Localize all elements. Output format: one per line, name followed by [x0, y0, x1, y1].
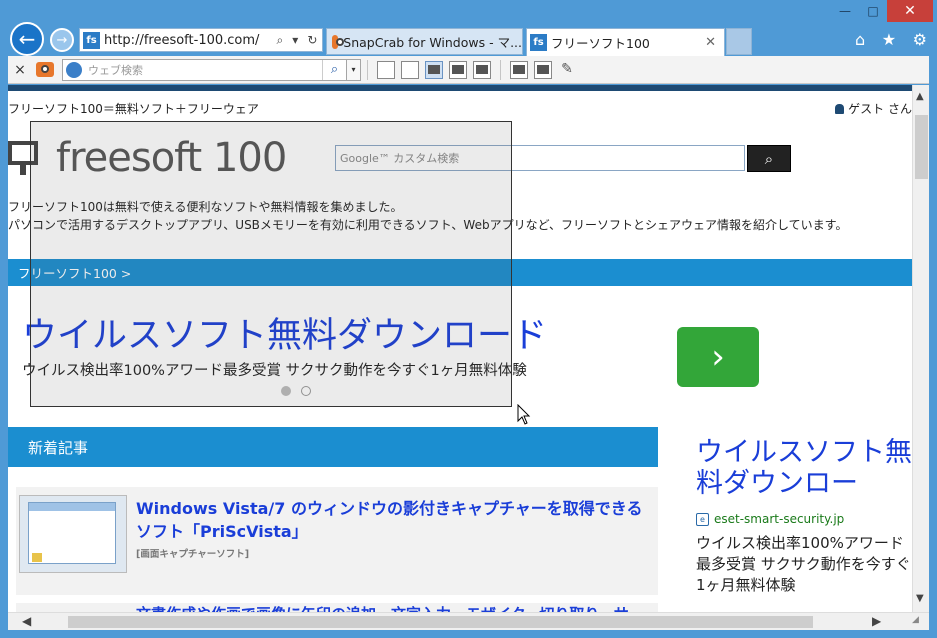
browser-window: — □ ✕ ← → fs http://freesoft-100.com/ ⌕ … — [0, 0, 937, 638]
address-controls: ⌕ ▾ ↻ — [272, 33, 322, 48]
web-search-placeholder[interactable]: ウェブ検索 — [88, 62, 322, 78]
divider — [500, 59, 501, 80]
new-articles-header: 新着記事 — [8, 427, 658, 467]
search-icon: ⌕ — [764, 149, 774, 168]
close-window-button[interactable]: ✕ — [887, 0, 933, 22]
camera-icon — [332, 34, 345, 49]
pin-icon[interactable]: ✎ — [558, 61, 576, 79]
refresh-icon[interactable]: ↻ — [307, 33, 317, 48]
region-capture-icon[interactable] — [425, 60, 443, 79]
ad-go-button[interactable]: › — [677, 327, 759, 387]
fs-favicon: fs — [530, 34, 547, 51]
divider — [367, 59, 368, 80]
guest-label: ゲスト さん — [848, 102, 912, 116]
title-bar: — □ ✕ ← → fs http://freesoft-100.com/ ⌕ … — [0, 0, 937, 56]
chevron-right-icon: › — [711, 337, 725, 377]
address-bar[interactable]: fs http://freesoft-100.com/ ⌕ ▾ ↻ — [79, 28, 323, 52]
site-tagline: フリーソフト100＝無料ソフト＋フリーウェア — [8, 102, 259, 116]
article-item[interactable]: 文書作成や作画で画像に矢印の追加、文字入力、モザイク、切り取り、サ — [16, 603, 658, 612]
back-arrow-icon: ← — [18, 27, 36, 51]
scroll-capture-icon[interactable] — [473, 60, 491, 79]
address-url[interactable]: http://freesoft-100.com/ — [104, 33, 272, 48]
article-title-link[interactable]: Windows Vista/7 のウィンドウの影付きキャプチャーを取得できるソフ… — [136, 497, 651, 543]
tab-freesoft100[interactable]: fs フリーソフト100 ✕ — [526, 28, 725, 56]
page-icon[interactable] — [377, 60, 395, 79]
search-icon[interactable]: ⌕ — [277, 33, 284, 48]
search-dropdown[interactable]: ▾ — [347, 58, 361, 81]
home-icon[interactable]: ⌂ — [855, 30, 865, 49]
window-capture-icon[interactable] — [449, 60, 467, 79]
resize-grip-icon[interactable]: ◢ — [912, 615, 919, 625]
scroll-left-icon[interactable]: ◀ — [22, 614, 31, 628]
desktop-capture-icon[interactable] — [510, 60, 528, 79]
close-toolbar-button[interactable]: × — [8, 62, 32, 78]
gear-icon[interactable]: ⚙ — [913, 30, 927, 49]
close-icon[interactable]: ✕ — [705, 35, 716, 50]
sidebar-ad-title-link[interactable]: ウイルスソフト無料ダウンロー — [696, 437, 912, 499]
command-bar: × ウェブ検索 ⌕ ▾ ✎ — [8, 56, 929, 84]
new-tab-button[interactable] — [726, 28, 752, 55]
scroll-up-icon[interactable]: ▲ — [916, 91, 924, 102]
globe-icon — [66, 61, 82, 78]
article-item[interactable]: Windows Vista/7 のウィンドウの影付きキャプチャーを取得できるソフ… — [16, 487, 658, 595]
snapcrab-camera-icon[interactable] — [36, 62, 54, 77]
maximize-button[interactable]: □ — [859, 0, 887, 22]
vertical-scroll-thumb[interactable] — [915, 115, 928, 179]
cursor-capture-icon[interactable] — [534, 60, 552, 79]
star-icon[interactable]: ★ — [882, 30, 896, 49]
forward-button[interactable]: → — [50, 28, 74, 52]
search-button[interactable]: ⌕ — [322, 59, 346, 80]
web-search-field[interactable]: ウェブ検索 ⌕ — [62, 58, 347, 81]
chevron-down-icon[interactable]: ▾ — [292, 33, 298, 48]
minimize-button[interactable]: — — [831, 0, 859, 22]
article-thumbnail[interactable] — [19, 495, 127, 573]
capture-selection-rectangle[interactable] — [30, 121, 512, 407]
forward-arrow-icon: → — [56, 32, 68, 48]
vertical-scrollbar[interactable]: ▲ ▼ — [912, 85, 929, 612]
browser-right-icons: ⌂ ★ ⚙ — [855, 30, 927, 49]
scroll-right-icon[interactable]: ▶ — [872, 614, 881, 628]
back-button[interactable]: ← — [10, 22, 44, 56]
sidebar-ad-text: ウイルス検出率100%アワード最多受賞 サクサク動作を今すぐ1ヶ月無料体験 — [696, 534, 911, 594]
tab-label: SnapCrab for Windows - マ... — [343, 35, 522, 50]
eset-favicon: e — [696, 512, 709, 526]
article-category[interactable]: [画面キャプチャーソフト] — [136, 546, 249, 560]
scroll-down-icon[interactable]: ▼ — [916, 593, 924, 604]
site-favicon: fs — [83, 31, 100, 49]
guest-user[interactable]: ゲスト さん — [835, 100, 912, 117]
sidebar-ad-domain[interactable]: e eset-smart-security.jp — [696, 512, 844, 526]
horizontal-scrollbar[interactable]: ◀ ▶ ◢ — [8, 612, 929, 630]
top-stripe — [8, 85, 912, 91]
user-icon — [835, 104, 845, 114]
sidebar-ad-domain-text: eset-smart-security.jp — [714, 512, 845, 526]
article-title-link[interactable]: 文書作成や作画で画像に矢印の追加、文字入力、モザイク、切り取り、サ — [136, 603, 629, 612]
page-refresh-icon[interactable] — [401, 60, 419, 79]
tab-snapcrab[interactable]: SnapCrab for Windows - マ... — [326, 28, 523, 55]
tab-label: フリーソフト100 — [551, 36, 650, 51]
google-search-button[interactable]: ⌕ — [747, 145, 791, 172]
horizontal-scroll-thumb[interactable] — [68, 616, 813, 628]
